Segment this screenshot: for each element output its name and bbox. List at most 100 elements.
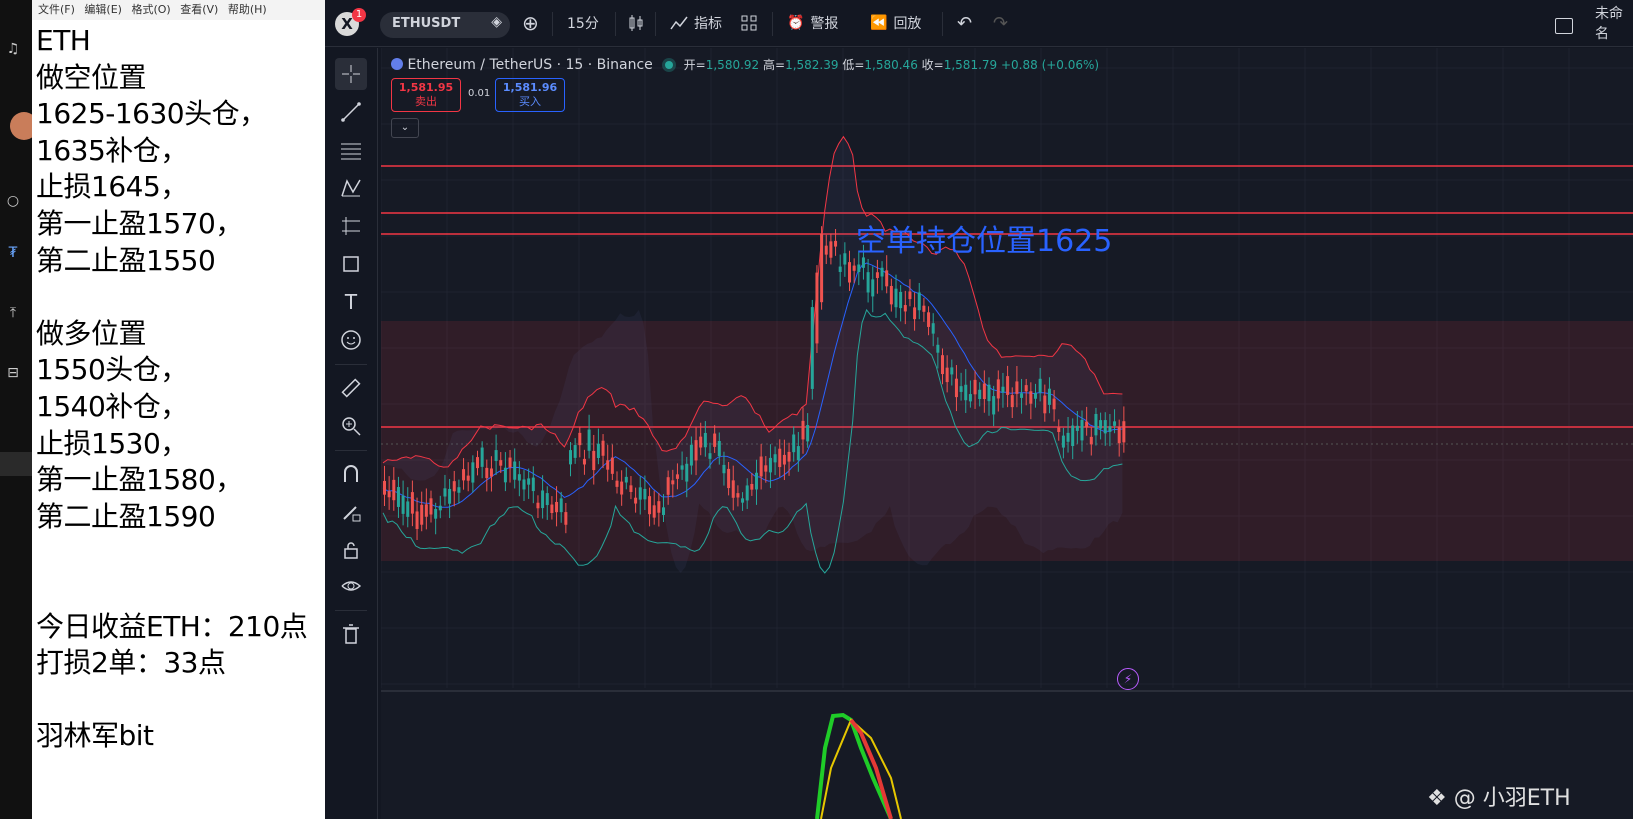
projection-icon[interactable] (335, 210, 367, 242)
pin-icon[interactable]: ⤒ (2, 302, 24, 324)
candle-body (875, 272, 879, 278)
candle-body (1020, 393, 1024, 398)
sell-price: 1,581.95 (398, 81, 454, 94)
candle-body (759, 456, 763, 477)
diamond-icon: ◈ (491, 14, 502, 30)
app-icon[interactable]: ₮ (2, 242, 24, 264)
collapse-legend-button[interactable]: ⌄ (391, 118, 419, 138)
binance-icon: ❖ (1427, 786, 1447, 811)
add-symbol-icon[interactable]: ⊕ (522, 10, 539, 36)
candle-body (434, 509, 438, 519)
magnet-icon[interactable] (335, 458, 367, 490)
candle-body (899, 291, 903, 309)
candle-body (466, 475, 470, 481)
candle-body (731, 480, 735, 498)
notepad-line: 第一止盈1580， (36, 463, 243, 497)
notepad-text-area[interactable]: ETH 做空位置 1625-1630头仓， 1635补仓， 止损1645， 第一止盈157… (36, 22, 308, 754)
menu-edit[interactable]: 编辑(E) (84, 0, 122, 20)
candle-body (894, 288, 898, 308)
undo-icon[interactable]: ↶ (957, 10, 972, 36)
candle-body (908, 291, 912, 300)
candle-body (582, 458, 586, 465)
candle-body (555, 501, 559, 513)
replay-button[interactable]: ⏪ 回放 (870, 10, 921, 36)
candle-body (624, 476, 628, 483)
cursor-icon[interactable] (335, 58, 367, 90)
circle-icon[interactable]: ○ (2, 190, 24, 212)
candle-body (913, 307, 917, 320)
notepad-line: 做空位置 (36, 60, 147, 94)
chart-canvas[interactable] (381, 48, 1633, 819)
pattern-icon[interactable] (335, 172, 367, 204)
interval-button[interactable]: 15分 (567, 10, 599, 36)
indicators-button[interactable]: 指标 (670, 10, 722, 36)
text-icon[interactable]: T (335, 286, 367, 318)
menu-file[interactable]: 文件(F) (38, 0, 75, 20)
candle-body (1099, 420, 1103, 429)
rewind-icon: ⏪ (870, 15, 888, 31)
candle-body (959, 386, 963, 392)
candle-body (1094, 413, 1098, 436)
emoji-icon[interactable] (335, 324, 367, 356)
candle-body (950, 367, 954, 375)
list-icon[interactable]: ⊟ (2, 362, 24, 384)
redo-icon[interactable]: ↷ (993, 10, 1008, 36)
candle-body (1080, 419, 1084, 441)
candle-body (587, 429, 591, 451)
candle-body (601, 440, 605, 456)
candle-body (383, 480, 386, 495)
fib-icon[interactable] (335, 134, 367, 166)
zoom-icon[interactable] (335, 410, 367, 442)
candle-body (782, 454, 786, 465)
candle-body (1113, 421, 1117, 426)
candle-body (675, 474, 679, 479)
menu-view[interactable]: 查看(V) (180, 0, 218, 20)
trendline-icon[interactable] (335, 96, 367, 128)
candle-body (1047, 388, 1051, 405)
candle-body (634, 497, 638, 504)
shape-icon[interactable] (335, 248, 367, 280)
candle-body (476, 457, 479, 469)
notepad-menubar: 文件(F) 编辑(E) 格式(O) 查看(V) 帮助(H) (32, 0, 325, 20)
candle-body (685, 463, 689, 482)
candles-icon[interactable] (627, 10, 645, 36)
notepad-line: 第二止盈1590 (36, 499, 216, 533)
menu-help[interactable]: 帮助(H) (228, 0, 267, 20)
lock-draw-icon[interactable] (335, 496, 367, 528)
candle-body (964, 384, 968, 401)
buy-button[interactable]: 1,581.96 买入 (495, 78, 565, 112)
sell-button[interactable]: 1,581.95 卖出 (391, 78, 461, 112)
eye-icon[interactable] (335, 570, 367, 602)
symbol-title[interactable]: Ethereum / TetherUS · 15 · Binance (407, 57, 652, 73)
notepad-line: 做多位置 (36, 316, 147, 350)
notepad-line: ETH (36, 24, 91, 57)
lightning-icon[interactable]: ⚡ (1117, 668, 1139, 690)
notepad-line: 第二止盈1550 (36, 243, 216, 277)
symbol-search[interactable]: ETHUSDT ◈ (380, 12, 510, 38)
candle-body (536, 502, 540, 509)
notepad-line (36, 681, 307, 718)
layout-name[interactable]: 未命名 (1595, 6, 1633, 42)
candle-body (694, 440, 698, 461)
candle-body (1085, 421, 1089, 428)
music-icon[interactable]: ♫ (2, 38, 24, 60)
candle-body (820, 233, 824, 303)
alert-button[interactable]: ⏰ 警报 (787, 10, 838, 36)
position-annotation[interactable]: 空单持仓位置1625 (856, 216, 1112, 260)
candle-body (1024, 385, 1028, 392)
candle-body (541, 490, 545, 509)
fullscreen-icon[interactable] (1555, 18, 1573, 34)
chart-pane[interactable]: Ethereum / TetherUS · 15 · Binance 开=1,5… (381, 48, 1633, 819)
candle-body (885, 270, 889, 287)
menu-format[interactable]: 格式(O) (131, 0, 170, 20)
ruler-icon[interactable] (335, 372, 367, 404)
candle-body (1057, 427, 1061, 432)
candle-body (996, 379, 1000, 399)
candle-body (410, 492, 414, 514)
templates-icon[interactable] (740, 10, 758, 36)
trash-icon[interactable] (335, 618, 367, 650)
candle-body (485, 467, 489, 479)
candle-body (689, 444, 693, 466)
lock-icon[interactable] (335, 534, 367, 566)
candle-body (629, 485, 633, 492)
